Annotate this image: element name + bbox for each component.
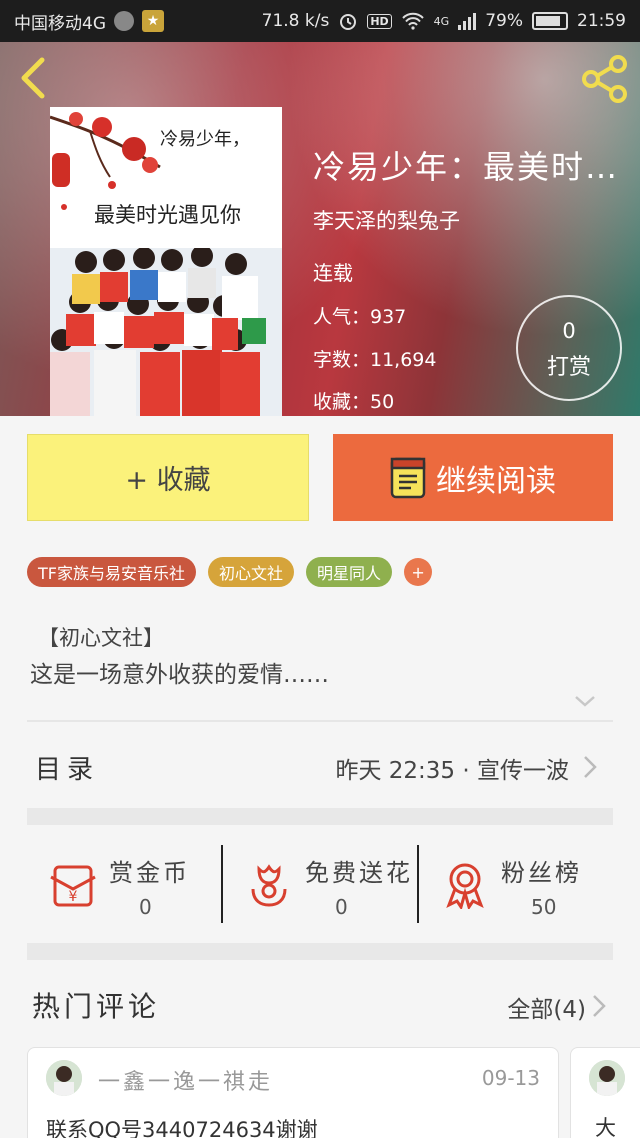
section-gap xyxy=(27,943,613,960)
battery-percent: 79% xyxy=(485,11,523,31)
book-icon xyxy=(390,457,426,498)
support-stats: ¥ 赏金币 0 免费送花 0 粉丝榜 50 xyxy=(27,825,613,943)
tag-list: TF家族与易安音乐社 初心文社 明星同人 + xyxy=(27,557,433,587)
continue-reading-button[interactable]: 继续阅读 xyxy=(333,434,613,521)
stat-value: 0 xyxy=(335,895,348,919)
flower-icon xyxy=(251,864,287,907)
book-author[interactable]: 李天泽的梨兔子 xyxy=(313,205,460,235)
network-type: 4G xyxy=(433,14,450,28)
signal-icon xyxy=(458,12,477,30)
comment-card[interactable]: 一鑫一逸一祺走 09-13 联系QQ号3440724634谢谢 xyxy=(27,1047,559,1138)
medal-icon xyxy=(446,863,484,909)
intro-label: 【初心文社】 xyxy=(38,626,164,650)
book-header: 冷易少年， 最美时光遇见你 冷易少年：最美时… 李天泽的梨兔子 连载 人气：93… xyxy=(0,42,640,416)
add-to-favorites-button[interactable]: + 收藏 xyxy=(27,434,309,521)
tip-button[interactable]: 0 打赏 xyxy=(516,295,622,401)
stat-label: 粉丝榜 xyxy=(501,859,582,887)
back-icon[interactable] xyxy=(14,56,54,100)
book-word-count: 字数：11,694 xyxy=(313,349,437,371)
book-status: 连载 xyxy=(313,261,353,285)
stat-label: 免费送花 xyxy=(305,859,413,887)
tip-label: 打赏 xyxy=(546,355,591,380)
book-favorites: 收藏：50 xyxy=(313,391,395,413)
avatar[interactable] xyxy=(46,1060,82,1096)
cover-text-line1: 冷易少年， xyxy=(160,129,250,150)
cover-text-line2: 最美时光遇见你 xyxy=(94,203,241,227)
alarm-icon xyxy=(340,14,357,30)
expand-chevron-icon[interactable] xyxy=(573,693,597,709)
book-title: 冷易少年：最美时… xyxy=(313,148,620,186)
tag-item[interactable]: 明星同人 xyxy=(306,557,393,587)
hd-badge: HD xyxy=(367,13,392,29)
carrier-label: 中国移动4G xyxy=(14,13,106,34)
status-bar: 中国移动4G ★ 71.8 k/s HD 4G 79% 21:59 xyxy=(0,0,640,42)
favorite-label: + 收藏 xyxy=(125,465,211,496)
free-flower-gift[interactable]: 免费送花 0 xyxy=(223,825,418,943)
hot-comments-title: 热门评论 xyxy=(32,990,161,1023)
comment-username: 一鑫一逸一祺走 xyxy=(98,1070,274,1095)
chevron-right-icon[interactable] xyxy=(592,994,606,1018)
section-gap xyxy=(27,808,613,825)
more-tags-button[interactable]: + xyxy=(404,558,433,586)
fan-ranking[interactable]: 粉丝榜 50 xyxy=(419,825,614,943)
gold-coin-icon: ¥ xyxy=(50,865,96,907)
comment-text: 大 xyxy=(595,1116,616,1138)
comment-date: 09-13 xyxy=(481,1066,540,1090)
catalog-row[interactable]: 目录 昨天 22:35 · 宣传一波 xyxy=(27,724,613,808)
wifi-icon xyxy=(401,12,424,30)
share-icon[interactable] xyxy=(580,54,630,104)
comment-text: 联系QQ号3440724634谢谢 xyxy=(46,1118,318,1138)
book-cover[interactable]: 冷易少年， 最美时光遇见你 xyxy=(50,107,282,416)
divider xyxy=(27,720,613,722)
tag-item[interactable]: TF家族与易安音乐社 xyxy=(27,557,196,587)
stat-label: 赏金币 xyxy=(109,859,190,887)
comment-card[interactable]: 大 xyxy=(570,1047,640,1138)
catalog-label: 目录 xyxy=(35,755,100,785)
intro-text: 这是一场意外收获的爱情…… xyxy=(30,662,329,688)
battery-icon xyxy=(532,12,568,30)
cover-group-photo xyxy=(50,248,282,416)
star-badge-icon: ★ xyxy=(142,10,164,32)
continue-reading-label: 继续阅读 xyxy=(436,463,556,499)
gold-coin-reward[interactable]: ¥ 赏金币 0 xyxy=(27,825,222,943)
latest-chapter: 昨天 22:35 · 宣传一波 xyxy=(335,758,569,784)
tag-item[interactable]: 初心文社 xyxy=(207,557,294,587)
avatar[interactable] xyxy=(589,1060,625,1096)
clock: 21:59 xyxy=(577,11,626,31)
all-comments-link[interactable]: 全部(4) xyxy=(507,990,586,1024)
stat-value: 0 xyxy=(139,895,152,919)
book-popularity: 人气：937 xyxy=(313,306,407,328)
svg-text:¥: ¥ xyxy=(69,889,78,905)
chevron-right-icon xyxy=(584,756,597,778)
tip-count: 0 xyxy=(562,319,576,343)
notification-icon xyxy=(114,11,134,31)
network-speed: 71.8 k/s xyxy=(261,11,330,31)
stat-value: 50 xyxy=(531,895,557,919)
